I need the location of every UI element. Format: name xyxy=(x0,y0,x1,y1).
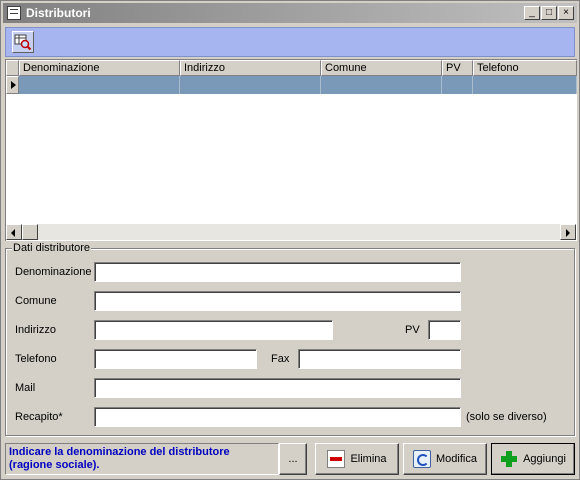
horizontal-scrollbar[interactable] xyxy=(6,224,576,240)
table-search-button[interactable] xyxy=(12,31,34,53)
row-pointer-icon xyxy=(6,76,19,94)
telefono-field[interactable] xyxy=(94,349,257,369)
comune-label: Comune xyxy=(15,295,57,307)
denominazione-field[interactable] xyxy=(94,262,461,282)
indirizzo-field[interactable] xyxy=(94,320,333,340)
minimize-button[interactable]: _ xyxy=(524,6,540,20)
fax-label: Fax xyxy=(271,353,290,365)
table-row[interactable] xyxy=(6,76,578,94)
column-header-denominazione[interactable]: Denominazione xyxy=(19,60,180,76)
distributori-grid[interactable]: Denominazione Indirizzo Comune PV Telefo… xyxy=(5,59,577,241)
edit-button-label: Modifica xyxy=(436,453,477,465)
title-bar[interactable]: Distributori _ □ × xyxy=(3,3,577,23)
column-header-telefono[interactable]: Telefono xyxy=(473,60,577,76)
add-button-label: Aggiungi xyxy=(523,453,566,465)
distributori-window: Distributori _ □ × Denominazione Indiriz… xyxy=(0,0,580,480)
column-header-indirizzo[interactable]: Indirizzo xyxy=(180,60,321,76)
telefono-label: Telefono xyxy=(15,353,57,365)
edit-button[interactable]: Modifica xyxy=(403,443,487,475)
more-button[interactable]: ... xyxy=(279,443,307,475)
cell-denominazione[interactable] xyxy=(19,76,180,94)
mail-field[interactable] xyxy=(94,378,461,398)
comune-field[interactable] xyxy=(94,291,461,311)
denominazione-label: Denominazione xyxy=(15,266,92,278)
toolbar xyxy=(5,27,575,57)
refresh-icon xyxy=(413,450,432,468)
delete-button-label: Elimina xyxy=(350,453,387,465)
app-icon[interactable] xyxy=(7,6,21,20)
plus-icon xyxy=(500,450,518,468)
table-search-icon xyxy=(14,34,32,51)
minus-icon xyxy=(327,450,346,468)
window-title: Distributori xyxy=(26,6,91,20)
cell-telefono[interactable] xyxy=(473,76,577,94)
scroll-right-icon[interactable] xyxy=(560,224,576,240)
fax-field[interactable] xyxy=(298,349,461,369)
pv-label: PV xyxy=(405,324,420,336)
add-button[interactable]: Aggiungi xyxy=(491,443,575,475)
mail-label: Mail xyxy=(15,382,36,394)
indirizzo-label: Indirizzo xyxy=(15,324,56,336)
recapito-field[interactable] xyxy=(94,407,461,427)
scroll-left-icon[interactable] xyxy=(6,224,22,240)
close-button[interactable]: × xyxy=(558,6,574,20)
column-header-pv[interactable]: PV xyxy=(442,60,473,76)
cell-indirizzo[interactable] xyxy=(180,76,321,94)
column-header-comune[interactable]: Comune xyxy=(321,60,442,76)
header-indicator-cell xyxy=(6,60,19,76)
cell-comune[interactable] xyxy=(321,76,442,94)
cell-pv[interactable] xyxy=(442,76,473,94)
group-title: Dati distributore xyxy=(12,242,92,254)
recapito-note: (solo se diverso) xyxy=(466,411,547,423)
hint-text: Indicare la denominazione del distributo… xyxy=(5,443,279,475)
scroll-thumb[interactable] xyxy=(22,224,38,240)
recapito-label: Recapito* xyxy=(15,411,63,423)
grid-header: Denominazione Indirizzo Comune PV Telefo… xyxy=(6,60,578,76)
delete-button[interactable]: Elimina xyxy=(315,443,399,475)
pv-field[interactable] xyxy=(428,320,461,340)
maximize-button[interactable]: □ xyxy=(541,6,557,20)
